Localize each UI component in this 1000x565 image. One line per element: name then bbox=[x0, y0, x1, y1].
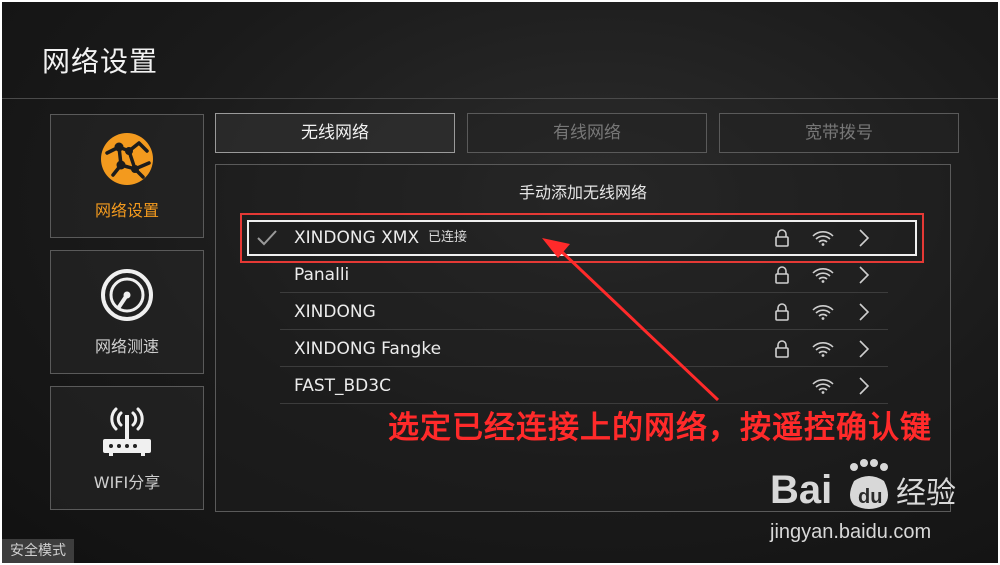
wifi-ssid: XINDONG bbox=[294, 302, 376, 322]
wifi-ssid: XINDONG XMX bbox=[294, 228, 420, 248]
lock-icon bbox=[775, 229, 789, 247]
sidebar-item-label: WIFI分享 bbox=[93, 473, 161, 492]
safe-mode-badge: 安全模式 bbox=[2, 539, 74, 563]
header-divider bbox=[2, 98, 998, 99]
page-title: 网络设置 bbox=[42, 45, 159, 78]
wifi-connected-status: 已连接 bbox=[428, 230, 468, 245]
tab-wired[interactable]: 有线网络 bbox=[467, 113, 707, 153]
wifi-item[interactable]: Panalli bbox=[280, 257, 888, 293]
chevron-right-icon bbox=[859, 303, 870, 321]
wifi-signal-icon bbox=[812, 379, 834, 394]
wifi-signal-icon bbox=[812, 342, 834, 357]
wifi-ssid: FAST_BD3C bbox=[294, 376, 391, 396]
sidebar-item-speed-test[interactable]: 网络测速 bbox=[50, 250, 204, 374]
sidebar-item-label: 网络测速 bbox=[94, 337, 159, 356]
wifi-item[interactable]: XINDONG bbox=[280, 294, 888, 330]
svg-text:du: du bbox=[858, 486, 882, 508]
tv-screen: 网络设置 网络设置 网络测速 WIFI分享 无线网络 有线网络 宽带拨号 手动添… bbox=[2, 2, 998, 563]
checkmark-icon bbox=[257, 230, 277, 246]
svg-text:Bai: Bai bbox=[770, 468, 832, 512]
lock-icon bbox=[775, 266, 789, 284]
chevron-right-icon bbox=[859, 229, 870, 247]
globe-icon bbox=[101, 133, 153, 185]
wifi-signal-icon bbox=[812, 268, 834, 283]
annotation-text: 选定已经连接上的网络，按遥控确认键 bbox=[388, 410, 932, 446]
wifi-item-connected[interactable]: XINDONG XMX 已连接 bbox=[257, 220, 888, 256]
wifi-signal-icon bbox=[812, 305, 834, 320]
watermark-url: jingyan.baidu.com bbox=[770, 521, 932, 543]
wifi-item[interactable]: XINDONG Fangke bbox=[280, 331, 888, 367]
wifi-item[interactable]: FAST_BD3C bbox=[280, 368, 888, 404]
svg-text:经验: 经验 bbox=[896, 476, 956, 511]
baidu-jingyan-logo: Bai du 经验 bbox=[770, 459, 956, 512]
lock-icon bbox=[775, 303, 789, 321]
sidebar-item-wifi-share[interactable]: WIFI分享 bbox=[50, 386, 204, 510]
router-icon bbox=[103, 407, 151, 456]
wifi-ssid: XINDONG Fangke bbox=[294, 339, 442, 359]
speedometer-icon bbox=[101, 269, 153, 321]
sidebar-item-label: 网络设置 bbox=[94, 201, 159, 220]
lock-icon bbox=[775, 340, 789, 358]
chevron-right-icon bbox=[859, 377, 870, 395]
chevron-right-icon bbox=[859, 340, 870, 358]
manual-add-wifi-button[interactable]: 手动添加无线网络 bbox=[216, 179, 950, 203]
sidebar-item-network-settings[interactable]: 网络设置 bbox=[50, 114, 204, 238]
chevron-right-icon bbox=[859, 266, 870, 284]
tab-wireless[interactable]: 无线网络 bbox=[215, 113, 455, 153]
wifi-signal-icon bbox=[812, 231, 834, 246]
baidu-watermark: Bai du 经验 jingyan.baidu.com bbox=[770, 457, 970, 547]
tab-broadband-dialup[interactable]: 宽带拨号 bbox=[719, 113, 959, 153]
wifi-ssid: Panalli bbox=[294, 265, 350, 285]
